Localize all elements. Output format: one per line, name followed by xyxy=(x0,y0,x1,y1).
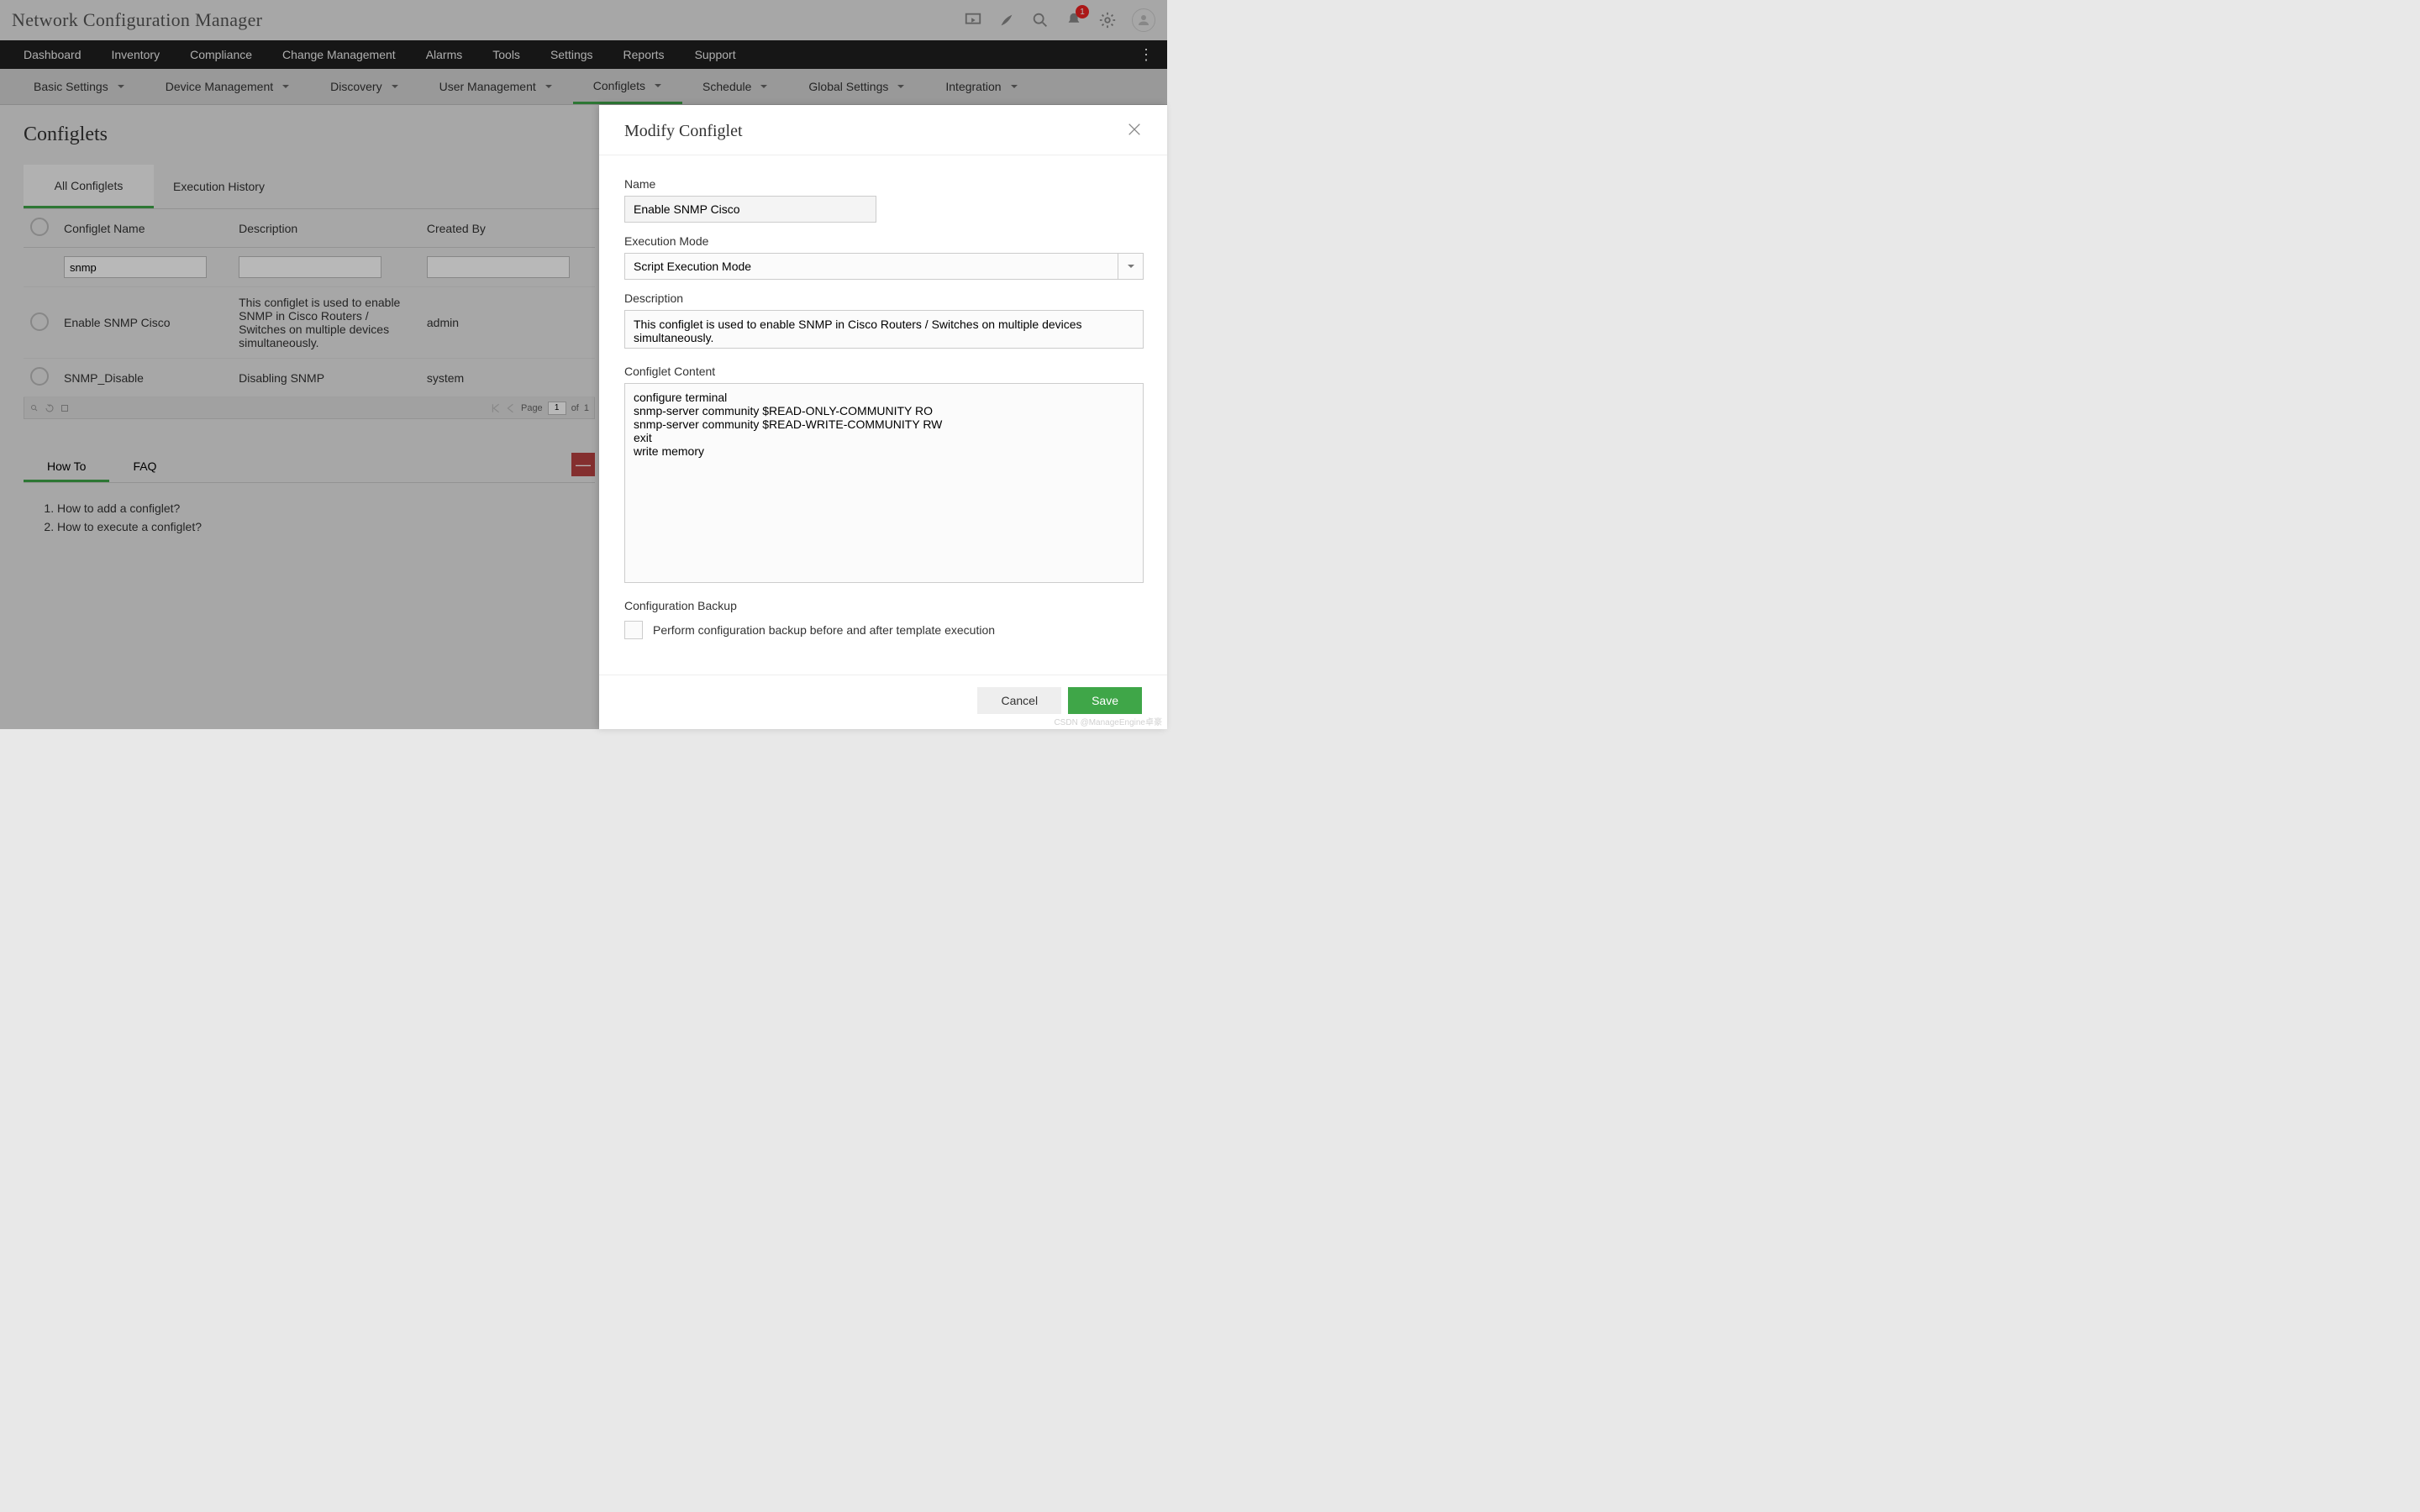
save-button[interactable]: Save xyxy=(1068,687,1142,714)
watermark: CSDN @ManageEngine卓豪 xyxy=(1054,715,1162,727)
desc-textarea[interactable] xyxy=(624,310,1144,349)
chevron-down-icon xyxy=(1118,254,1143,279)
backup-checkbox-label: Perform configuration backup before and … xyxy=(653,623,995,637)
content-textarea[interactable] xyxy=(624,383,1144,583)
content-label: Configlet Content xyxy=(624,365,1142,378)
backup-label: Configuration Backup xyxy=(624,599,1142,612)
name-label: Name xyxy=(624,177,1142,191)
desc-label: Description xyxy=(624,291,1142,305)
backup-checkbox[interactable] xyxy=(624,621,643,639)
modify-configlet-panel: Modify Configlet Name Execution Mode Scr… xyxy=(599,105,1167,729)
close-icon[interactable] xyxy=(1127,122,1142,141)
mode-label: Execution Mode xyxy=(624,234,1142,248)
mode-value: Script Execution Mode xyxy=(634,260,751,273)
name-input[interactable] xyxy=(624,196,876,223)
panel-title: Modify Configlet xyxy=(624,122,743,141)
cancel-button[interactable]: Cancel xyxy=(977,687,1061,714)
mode-select[interactable]: Script Execution Mode xyxy=(624,253,1144,280)
